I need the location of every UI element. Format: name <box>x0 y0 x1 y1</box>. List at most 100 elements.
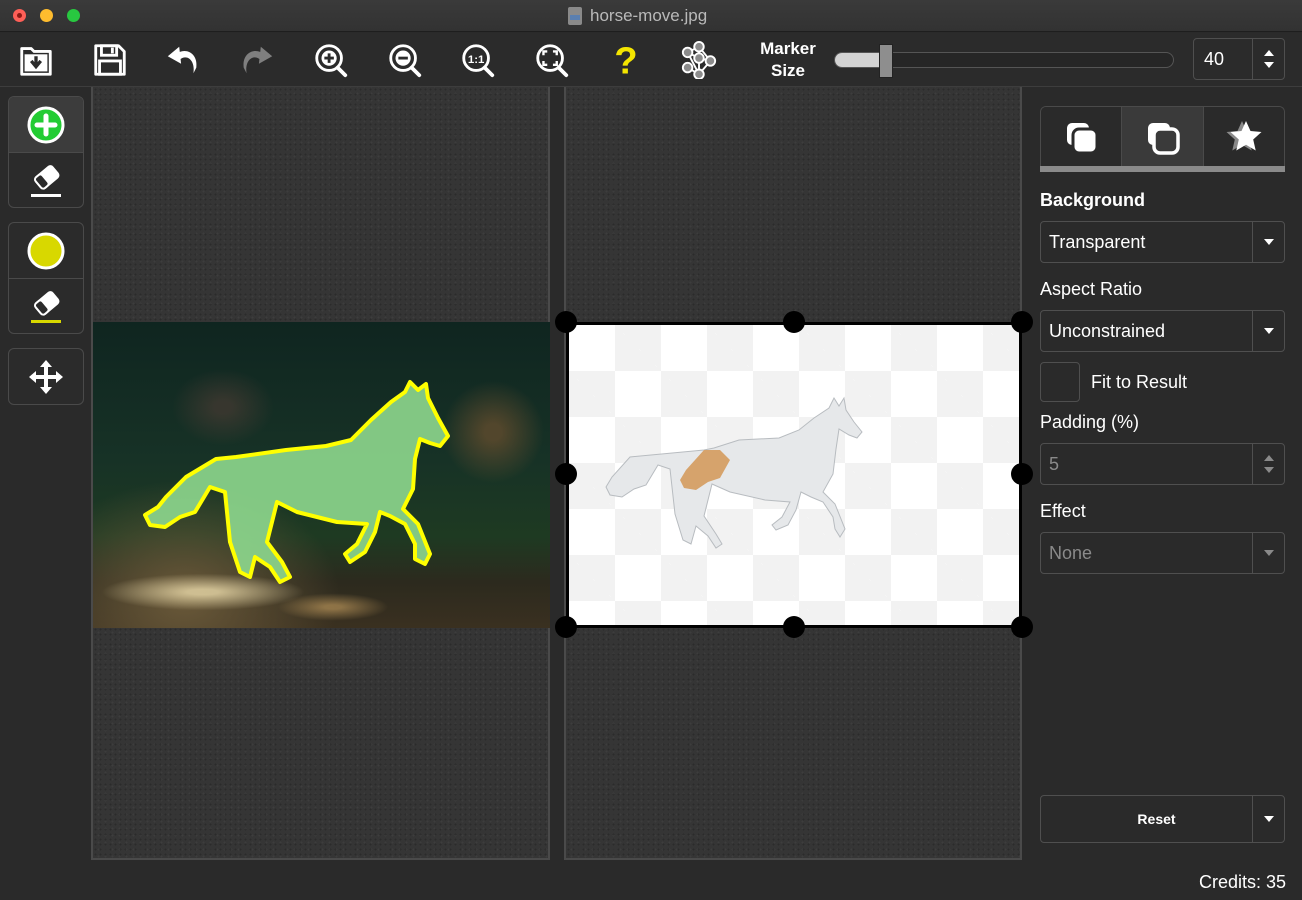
chevron-down-icon <box>1263 816 1274 822</box>
network-icon <box>681 41 717 79</box>
zoom-actual-button[interactable]: 1:1 <box>458 40 498 80</box>
result-canvas[interactable] <box>555 87 1033 860</box>
tab-effects[interactable] <box>1202 107 1284 166</box>
save-icon <box>94 44 126 76</box>
fit-to-result-row: Fit to Result <box>1040 362 1285 402</box>
toolbar: 1:1 ? Marker Size 40 <box>0 33 1302 87</box>
reset-menu-button[interactable] <box>1253 796 1284 842</box>
crop-handle-top[interactable] <box>783 311 805 333</box>
marker-size-slider[interactable] <box>834 44 1174 78</box>
effect-select[interactable]: None <box>1040 532 1285 574</box>
save-button[interactable] <box>90 40 130 80</box>
erase-foreground-tool[interactable] <box>9 152 83 207</box>
result-image <box>566 322 1022 628</box>
slider-thumb[interactable] <box>878 44 893 78</box>
tab-background[interactable] <box>1041 107 1122 166</box>
zoom-fit-button[interactable] <box>532 40 572 80</box>
star-icon <box>1226 120 1262 150</box>
svg-text:1:1: 1:1 <box>468 54 485 66</box>
redo-icon <box>243 46 273 74</box>
zoom-out-icon <box>389 44 422 78</box>
effect-label: Effect <box>1040 501 1086 521</box>
layers-filled-icon <box>1065 120 1099 154</box>
background-label: Background <box>1040 190 1146 210</box>
help-icon: ? <box>614 41 637 79</box>
credits-label: Credits: 35 <box>1198 872 1286 892</box>
eraser-foreground-icon <box>31 165 61 197</box>
fit-to-result-checkbox[interactable] <box>1040 362 1080 402</box>
marker-label-line2: Size <box>770 61 806 80</box>
move-tool-group <box>8 348 84 405</box>
add-foreground-icon <box>27 106 65 143</box>
move-tool[interactable] <box>9 349 83 404</box>
undo-button[interactable] <box>163 40 203 80</box>
marker-size-stepper[interactable]: 40 <box>1193 38 1285 80</box>
reset-button[interactable]: Reset <box>1041 796 1253 842</box>
padding-value[interactable]: 5 <box>1041 444 1253 484</box>
window-title: horse-move.jpg <box>590 6 708 25</box>
marker-size-label: Marker Size <box>752 38 824 82</box>
marker-label-line1: Marker <box>760 39 816 58</box>
add-background-tool[interactable] <box>9 223 83 278</box>
undo-icon <box>167 46 197 74</box>
eraser-background-icon <box>31 291 61 323</box>
aspect-ratio-label: Aspect Ratio <box>1040 279 1143 299</box>
decrement-icon[interactable] <box>1263 62 1274 68</box>
zoom-in-button[interactable] <box>311 40 351 80</box>
panel-tabs <box>1040 106 1285 166</box>
fit-to-result-label[interactable]: Fit to Result <box>1091 372 1187 393</box>
close-window-button[interactable] <box>13 9 26 22</box>
zoom-out-button[interactable] <box>385 40 425 80</box>
foreground-tool-group <box>8 96 84 208</box>
erase-background-tool[interactable] <box>9 278 83 333</box>
tab-crop[interactable] <box>1121 107 1203 166</box>
document-icon <box>568 7 582 25</box>
crop-handle-right[interactable] <box>1011 463 1033 485</box>
background-select[interactable]: Transparent <box>1040 221 1285 263</box>
padding-decrement-icon[interactable] <box>1263 467 1274 473</box>
chevron-down-icon <box>1263 239 1274 245</box>
marker-size-value[interactable]: 40 <box>1194 39 1253 79</box>
open-icon <box>20 47 52 76</box>
crop-handle-left[interactable] <box>555 463 577 485</box>
layers-outline-icon <box>1146 120 1181 155</box>
crop-handle-bottom-right[interactable] <box>1011 616 1033 638</box>
open-button[interactable] <box>16 40 56 80</box>
window-title-group: horse-move.jpg <box>568 6 707 26</box>
reset-button-group: Reset <box>1040 795 1285 843</box>
auto-segment-button[interactable] <box>679 40 719 80</box>
tab-underline <box>1040 166 1285 172</box>
svg-text:?: ? <box>614 41 637 79</box>
source-canvas[interactable] <box>91 87 550 860</box>
cutout-horse <box>605 396 863 549</box>
maximize-window-button[interactable] <box>67 9 80 22</box>
crop-handle-bottom-left[interactable] <box>555 616 577 638</box>
padding-label: Padding (%) <box>1040 412 1140 432</box>
effect-value: None <box>1041 533 1253 573</box>
crop-handle-bottom[interactable] <box>783 616 805 638</box>
aspect-ratio-select[interactable]: Unconstrained <box>1040 310 1285 352</box>
increment-icon[interactable] <box>1263 50 1274 56</box>
add-background-icon <box>27 232 65 269</box>
zoom-fit-icon <box>536 44 569 78</box>
background-value: Transparent <box>1041 222 1253 262</box>
chevron-down-icon <box>1263 550 1274 556</box>
title-bar: horse-move.jpg <box>0 0 1302 32</box>
source-image <box>93 322 550 628</box>
selection-overlay <box>143 380 450 584</box>
background-tool-group <box>8 222 84 334</box>
crop-handle-top-left[interactable] <box>555 311 577 333</box>
zoom-actual-icon: 1:1 <box>462 44 495 78</box>
redo-button[interactable] <box>237 40 277 80</box>
padding-increment-icon[interactable] <box>1263 455 1274 461</box>
settings-panel: Background Transparent Aspect Ratio Unco… <box>1040 106 1285 574</box>
minimize-window-button[interactable] <box>40 9 53 22</box>
add-foreground-tool[interactable] <box>9 97 83 152</box>
move-icon <box>29 359 63 394</box>
help-button[interactable]: ? <box>606 40 646 80</box>
crop-handle-top-right[interactable] <box>1011 311 1033 333</box>
aspect-ratio-value: Unconstrained <box>1041 311 1253 351</box>
padding-stepper[interactable]: 5 <box>1040 443 1285 485</box>
zoom-in-icon <box>315 44 348 78</box>
chevron-down-icon <box>1263 328 1274 334</box>
